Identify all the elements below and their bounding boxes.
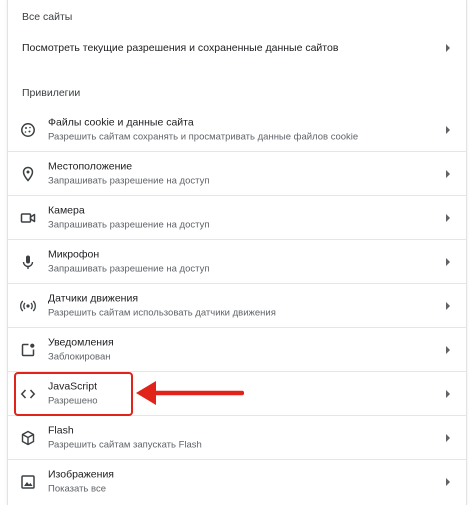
settings-row-cookies[interactable]: Файлы cookie и данные сайта Разрешить са… bbox=[8, 108, 466, 151]
location-pin-icon bbox=[20, 166, 36, 182]
chevron-right-icon bbox=[446, 389, 450, 398]
chevron-right-icon bbox=[446, 125, 450, 134]
row-title: Датчики движения bbox=[48, 292, 139, 304]
row-subtitle: Запрашивать разрешение на доступ bbox=[48, 219, 210, 230]
chevron-right-icon bbox=[446, 169, 450, 178]
settings-row-flash[interactable]: Flash Разрешить сайтам запускать Flash bbox=[8, 415, 466, 459]
row-title: Микрофон bbox=[48, 248, 100, 260]
row-title: Уведомления bbox=[48, 336, 114, 348]
settings-row-microphone[interactable]: Микрофон Запрашивать разрешение на досту… bbox=[8, 239, 466, 283]
view-permissions-label: Посмотреть текущие разрешения и сохранен… bbox=[22, 42, 339, 54]
chevron-right-icon bbox=[446, 44, 450, 52]
row-title: Файлы cookie и данные сайта bbox=[48, 116, 194, 128]
settings-row-notifications[interactable]: Уведомления Заблокирован bbox=[8, 327, 466, 371]
row-subtitle: Запрашивать разрешение на доступ bbox=[48, 263, 210, 274]
microphone-icon bbox=[20, 254, 36, 270]
puzzle-cube-icon bbox=[20, 430, 36, 446]
chevron-right-icon bbox=[446, 345, 450, 354]
row-title: Местоположение bbox=[48, 160, 133, 172]
settings-row-camera[interactable]: Камера Запрашивать разрешение на доступ bbox=[8, 195, 466, 239]
settings-row-location[interactable]: Местоположение Запрашивать разрешение на… bbox=[8, 151, 466, 195]
row-subtitle: Разрешить сайтам сохранять и просматрива… bbox=[48, 131, 359, 142]
chevron-right-icon bbox=[446, 477, 450, 486]
cookie-icon bbox=[20, 122, 36, 138]
row-subtitle: Разрешить сайтам использовать датчики дв… bbox=[48, 307, 276, 318]
image-icon bbox=[20, 474, 36, 490]
chevron-right-icon bbox=[446, 433, 450, 442]
row-title: Flash bbox=[48, 424, 74, 436]
chevron-right-icon bbox=[446, 301, 450, 310]
row-subtitle: Разрешить сайтам запускать Flash bbox=[48, 439, 202, 450]
row-subtitle: Заблокирован bbox=[48, 351, 111, 362]
red-arrow-annotation-icon bbox=[136, 381, 244, 405]
chevron-right-icon bbox=[446, 257, 450, 266]
row-title: Камера bbox=[48, 204, 85, 216]
section-title-all-sites: Все сайты bbox=[22, 11, 73, 23]
view-permissions-row[interactable]: Посмотреть текущие разрешения и сохранен… bbox=[8, 30, 466, 66]
row-title: Изображения bbox=[48, 468, 114, 480]
settings-row-images[interactable]: Изображения Показать все bbox=[8, 459, 466, 503]
motion-sensors-icon bbox=[20, 298, 36, 314]
row-subtitle: Показать все bbox=[48, 483, 106, 494]
row-subtitle: Запрашивать разрешение на доступ bbox=[48, 175, 210, 186]
settings-row-motion-sensors[interactable]: Датчики движения Разрешить сайтам исполь… bbox=[8, 283, 466, 327]
site-settings-panel: Все сайты Посмотреть текущие разрешения … bbox=[7, 0, 467, 505]
camera-icon bbox=[20, 210, 36, 226]
javascript-highlight-box bbox=[14, 372, 133, 416]
notification-icon bbox=[20, 342, 36, 358]
chevron-right-icon bbox=[446, 213, 450, 222]
section-title-privileges: Привилегии bbox=[22, 87, 81, 99]
